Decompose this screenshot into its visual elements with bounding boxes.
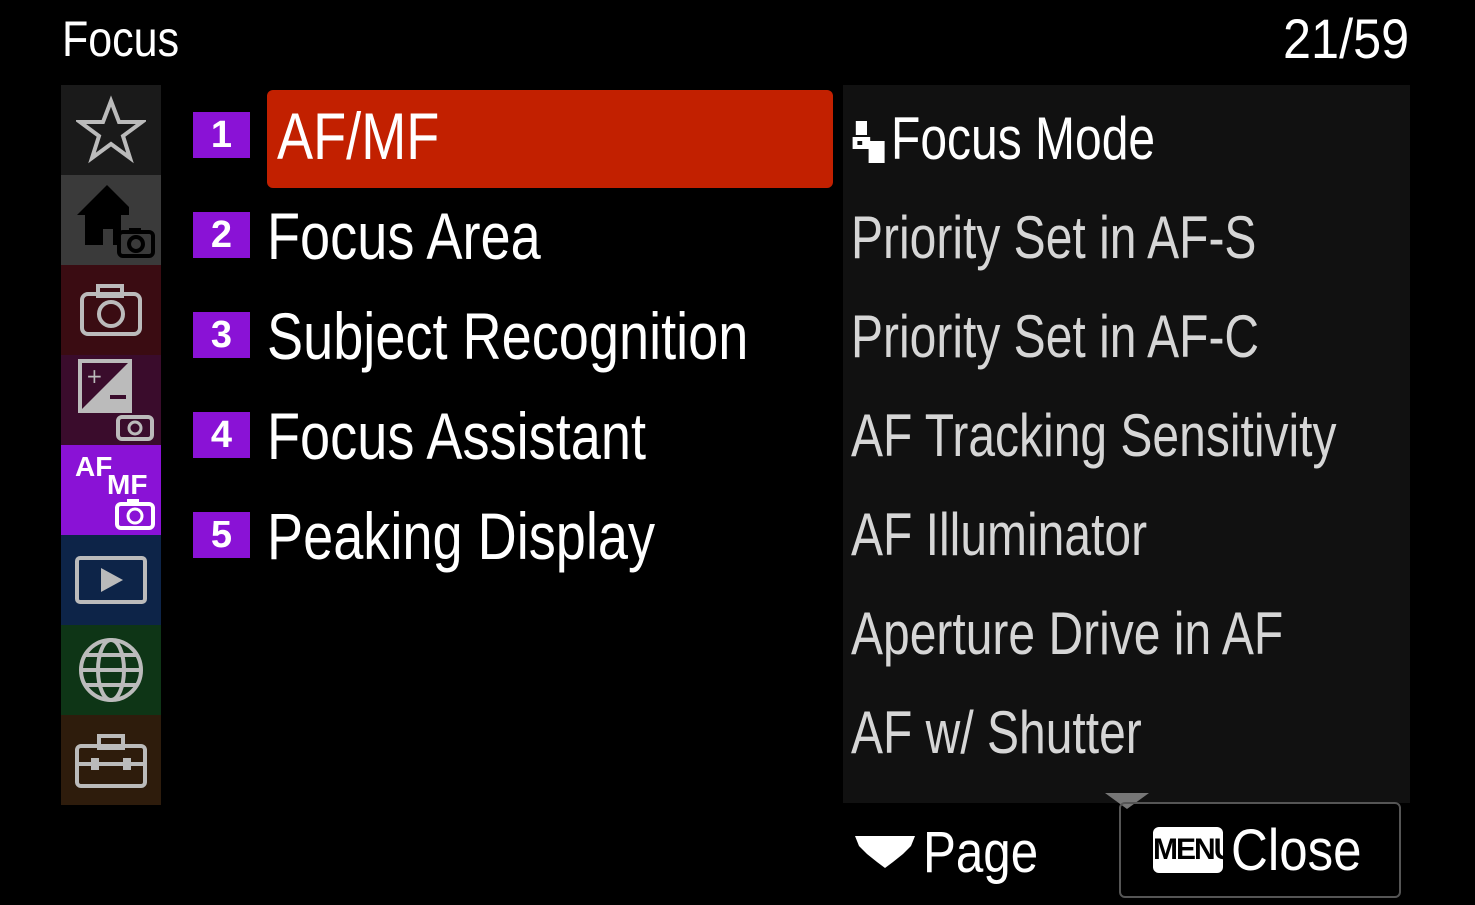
tab-network[interactable] [61,625,161,715]
item-number: 1 [193,112,250,158]
page-title: Focus [62,11,180,67]
preview-item: AF Tracking Sensitivity [851,402,1337,469]
menu-item-af-mf[interactable]: 1 AF/MF [193,86,833,188]
item-number: 5 [193,512,250,558]
item-label: AF/MF [277,99,440,173]
exposure-camera-icon: + [78,359,154,441]
item-label: Focus Area [267,199,541,273]
preview-item-label: Focus Mode [891,105,1156,172]
control-wheel-icon [855,836,915,868]
category-tabs: + AF MF [61,85,161,805]
toolbox-icon [75,734,147,788]
preview-item: AF w/ Shutter [851,699,1142,766]
tab-setup[interactable] [61,715,161,805]
menu-item-focus-assistant[interactable]: 4 Focus Assistant [193,386,833,476]
svg-text:MF: MF [107,469,147,500]
close-button[interactable]: MENU Close [1119,802,1401,898]
item-label: Focus Assistant [267,399,647,473]
preview-item: Priority Set in AF-C [851,303,1260,370]
camera-icon [80,284,142,336]
tab-exposure[interactable]: + [61,355,161,445]
item-label: Subject Recognition [267,299,749,373]
preview-item-focus-mode: Focus Mode [851,89,1155,189]
camera-menu-screen: Focus 21/59 + AF MF 1 AF/MF 2 Focus Area… [0,0,1475,905]
svg-text:+: + [86,364,103,388]
focus-mode-icon [852,121,885,164]
preview-item: Priority Set in AF-S [851,204,1257,271]
star-icon [76,95,146,164]
tab-playback[interactable] [61,535,161,625]
globe-icon [79,638,143,702]
item-label: Peaking Display [267,499,656,573]
menu-item-subject-recognition[interactable]: 3 Subject Recognition [193,286,833,376]
page-label: Page [923,819,1039,885]
item-number: 2 [193,212,250,258]
menu-key-icon: MENU [1153,827,1235,873]
tab-my-menu[interactable] [61,85,161,175]
home-camera-icon [77,185,155,258]
playback-icon [75,556,147,604]
page-counter: 21/59 [1282,7,1409,70]
submenu-preview-panel: Focus Mode Priority Set in AF-S Priority… [843,85,1410,803]
tab-focus[interactable]: AF MF [61,445,161,535]
menu-item-focus-area[interactable]: 2 Focus Area [193,186,833,276]
preview-item: AF Illuminator [851,501,1148,568]
preview-item: Aperture Drive in AF [851,600,1284,667]
tab-main[interactable] [61,175,161,265]
page-button[interactable]: Page [853,812,1058,892]
item-number: 3 [193,312,250,358]
af-mf-camera-icon: AF MF [75,451,155,530]
menu-item-peaking-display[interactable]: 5 Peaking Display [193,486,833,576]
item-number: 4 [193,412,250,458]
tab-shooting[interactable] [61,265,161,355]
close-label: Close [1231,817,1362,883]
